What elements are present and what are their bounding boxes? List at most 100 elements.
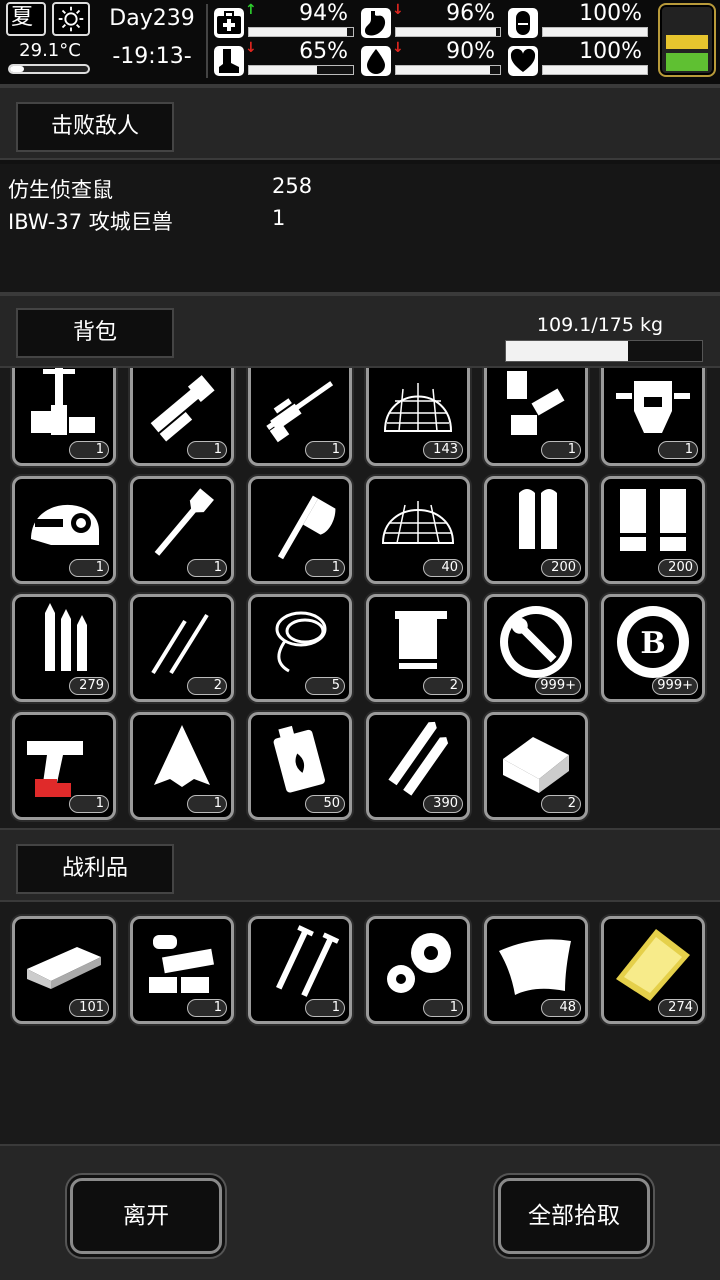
item-quantity-badge: 1: [69, 441, 109, 459]
gold-plate-icon: [616, 929, 690, 1001]
loot-item-slot[interactable]: 1: [248, 916, 352, 1024]
battery-icon[interactable]: [658, 3, 716, 77]
day-counter: Day239: [109, 6, 195, 31]
backpack-item-slot[interactable]: 1: [248, 476, 352, 584]
stat-value: 96%: [446, 1, 495, 26]
stat-bar: [248, 27, 354, 37]
axe-icon: [277, 495, 336, 560]
backpack-item-slot[interactable]: 1: [484, 368, 588, 466]
loot-item-slot[interactable]: 274: [601, 916, 705, 1024]
loot-item-slot[interactable]: 48: [484, 916, 588, 1024]
sun-icon: [52, 2, 90, 36]
net-icon: [381, 501, 455, 544]
temperature-readout: 29.1°C: [19, 40, 81, 61]
action-bar: 离开 全部拾取: [0, 1144, 720, 1280]
turret-icon: [31, 368, 95, 435]
item-quantity-badge: 200: [541, 559, 581, 577]
take-all-button[interactable]: 全部拾取: [498, 1178, 650, 1254]
leave-button[interactable]: 离开: [70, 1178, 222, 1254]
backpack-item-slot[interactable]: 1: [12, 368, 116, 466]
temperature-bar: [8, 64, 90, 74]
backpack-item-slot[interactable]: 2: [366, 594, 470, 702]
item-quantity-badge: 2: [187, 677, 227, 695]
item-quantity-badge: 1: [187, 441, 227, 459]
backpack-title: 背包: [16, 308, 174, 358]
backpack-item-slot[interactable]: 1: [12, 476, 116, 584]
stat-bar: [248, 65, 354, 75]
backpack-item-slot[interactable]: 1: [601, 368, 705, 466]
enemy-count: 258: [272, 174, 313, 198]
svg-text:B: B: [640, 626, 665, 661]
backpack-grid[interactable]: 1 1 1 143 1 1 1 1 1 40 200 200 279 2 5 2 999+ B 999+ 1 1 50 39…: [0, 368, 720, 828]
item-quantity-badge: 999+: [652, 677, 698, 695]
game-clock: -19:13-: [112, 44, 192, 69]
enemy-list: 仿生侦查鼠 258 IBW-37 攻城巨兽 1: [0, 164, 720, 294]
item-quantity-badge: 200: [658, 559, 698, 577]
enemy-count: 1: [272, 206, 286, 230]
backpack-item-slot[interactable]: 1: [130, 712, 234, 820]
loot-item-slot[interactable]: 1: [130, 916, 234, 1024]
stat-bar: [395, 65, 501, 75]
stat-value: 65%: [299, 39, 348, 64]
backpack-item-slot[interactable]: 1: [248, 368, 352, 466]
water-drop-icon: [361, 46, 391, 76]
glass-sheet-icon: [499, 939, 571, 995]
item-quantity-badge: 1: [423, 999, 463, 1017]
shotgun-shells-icon: [620, 489, 686, 551]
backpack-item-slot[interactable]: 390: [366, 712, 470, 820]
season-indicator: 夏: [6, 2, 46, 36]
backpack-item-slot[interactable]: 2: [130, 594, 234, 702]
item-quantity-badge: 101: [69, 999, 109, 1017]
backpack-item-slot[interactable]: 1: [12, 712, 116, 820]
backpack-item-slot[interactable]: 50: [248, 712, 352, 820]
backpack-item-slot[interactable]: 999+: [484, 594, 588, 702]
stomach-icon: [361, 8, 391, 38]
shovel-icon: [154, 488, 214, 556]
item-quantity-badge: 1: [69, 559, 109, 577]
long-rounds-icon: [388, 721, 449, 796]
backpack-item-slot[interactable]: B 999+: [601, 594, 705, 702]
backpack-item-slot[interactable]: 279: [12, 594, 116, 702]
screws-icon: [276, 925, 340, 997]
backpack-item-slot[interactable]: 200: [484, 476, 588, 584]
backpack-item-slot[interactable]: 143: [366, 368, 470, 466]
item-quantity-badge: 274: [658, 999, 698, 1017]
item-quantity-badge: 1: [187, 795, 227, 813]
robot-parts-icon: [507, 371, 565, 435]
backpack-item-slot[interactable]: 40: [366, 476, 470, 584]
item-quantity-badge: 1: [187, 559, 227, 577]
metal-plate-icon: [27, 947, 101, 989]
heart-icon: [508, 46, 538, 76]
item-quantity-badge: 48: [541, 999, 581, 1017]
stat-value: 100%: [579, 39, 642, 64]
loot-item-slot[interactable]: 1: [366, 916, 470, 1024]
tool-coin-icon: [500, 606, 572, 678]
gears-icon: [387, 933, 451, 993]
towel-icon: [395, 611, 447, 669]
item-quantity-badge: 40: [423, 559, 463, 577]
machine-parts-icon: [149, 935, 215, 993]
enemy-name: IBW-37 攻城巨兽: [8, 210, 173, 234]
backpack-item-slot[interactable]: 1: [130, 368, 234, 466]
status-bar: 夏 29.1°C Day239 -19:13- ↑ 94% ↓ 96% 100% ↓ 65%…: [0, 0, 720, 87]
cloth-scrap-icon: [154, 725, 210, 787]
backpack-item-slot[interactable]: 1: [130, 476, 234, 584]
stat-value: 94%: [299, 1, 348, 26]
bullets-icon: [519, 489, 557, 549]
item-quantity-badge: 5: [305, 677, 345, 695]
backpack-item-slot[interactable]: 200: [601, 476, 705, 584]
item-quantity-badge: 279: [69, 677, 109, 695]
item-quantity-badge: 1: [305, 559, 345, 577]
item-quantity-badge: 999+: [535, 677, 581, 695]
item-quantity-badge: 2: [423, 677, 463, 695]
loot-item-slot[interactable]: 101: [12, 916, 116, 1024]
item-quantity-badge: 1: [305, 441, 345, 459]
defeated-title: 击败敌人: [16, 102, 174, 152]
rope-icon: [275, 611, 327, 673]
stat-bar: [542, 65, 648, 75]
loot-grid[interactable]: 101 1 1 1 48 274: [0, 902, 720, 1144]
backpack-item-slot[interactable]: 2: [484, 712, 588, 820]
backpack-item-slot[interactable]: 5: [248, 594, 352, 702]
defeated-header: 击败敌人: [0, 86, 720, 160]
item-quantity-badge: 143: [423, 441, 463, 459]
